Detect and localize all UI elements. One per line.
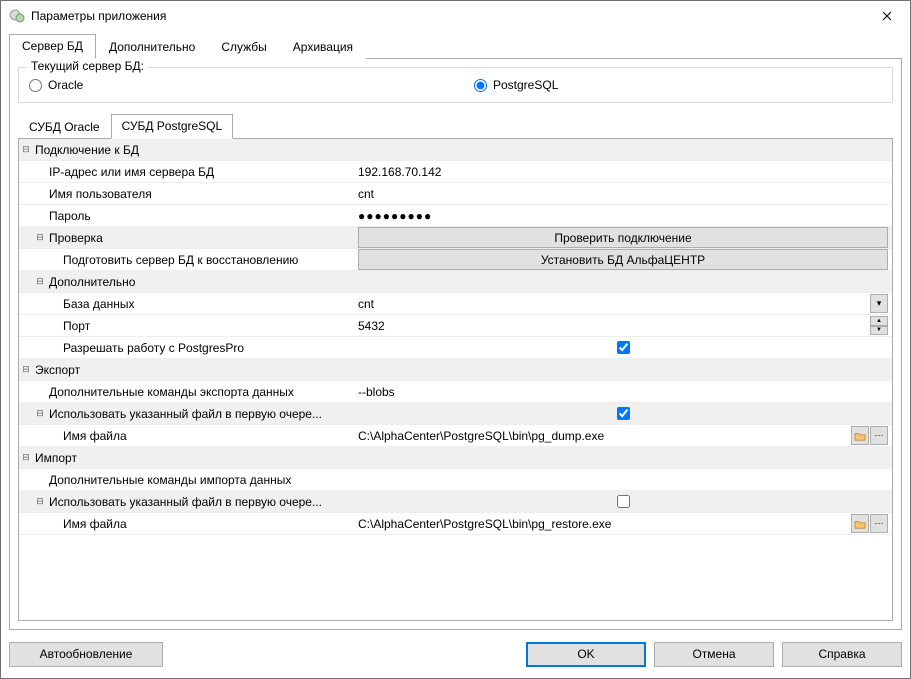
- checkbox-export-use-file[interactable]: [617, 407, 630, 420]
- group-connection: Подключение к БД: [33, 143, 139, 157]
- main-tabs: Сервер БД Дополнительно Службы Архивация: [9, 33, 902, 59]
- tab-archive[interactable]: Архивация: [280, 35, 366, 60]
- titlebar: Параметры приложения: [1, 1, 910, 31]
- radio-postgres-label: PostgreSQL: [493, 78, 558, 92]
- expander-icon[interactable]: ⊟: [19, 364, 33, 375]
- ellipsis-icon[interactable]: ⋯: [870, 426, 888, 445]
- value-password[interactable]: ●●●●●●●●●: [358, 209, 432, 223]
- label-database: База данных: [61, 297, 134, 311]
- value-import-extra-cmd[interactable]: [354, 469, 892, 490]
- group-extra: Дополнительно: [47, 275, 135, 289]
- ok-button[interactable]: OK: [526, 642, 646, 667]
- label-user: Имя пользователя: [47, 187, 152, 201]
- label-import-use-file: Использовать указанный файл в первую оче…: [47, 495, 322, 509]
- groupbox-legend: Текущий сервер БД:: [27, 59, 148, 73]
- chevron-up-icon[interactable]: ▲: [870, 316, 888, 326]
- value-port[interactable]: 5432: [358, 319, 870, 333]
- value-import-file[interactable]: C:\AlphaCenter\PostgreSQL\bin\pg_restore…: [358, 517, 850, 531]
- label-port: Порт: [61, 319, 90, 333]
- label-prepare-restore: Подготовить сервер БД к восстановлению: [61, 253, 298, 267]
- radio-oracle-label: Oracle: [48, 78, 83, 92]
- app-window: Параметры приложения Сервер БД Дополните…: [0, 0, 911, 679]
- groupbox-current-server: Текущий сервер БД: Oracle PostgreSQL: [18, 67, 893, 103]
- folder-icon[interactable]: [851, 514, 869, 533]
- help-button[interactable]: Справка: [782, 642, 902, 667]
- group-import: Импорт: [33, 451, 77, 465]
- tabpage-server-db: Текущий сервер БД: Oracle PostgreSQL СУБ…: [9, 59, 902, 630]
- property-grid: ⊟Подключение к БД IP-адрес или имя серве…: [19, 139, 892, 535]
- expander-icon[interactable]: ⊟: [33, 496, 47, 507]
- dialog-footer: Автообновление OK Отмена Справка: [1, 630, 910, 678]
- label-export-extra-cmd: Дополнительные команды экспорта данных: [47, 385, 294, 399]
- radio-postgres-input[interactable]: [474, 79, 487, 92]
- folder-icon[interactable]: [851, 426, 869, 445]
- label-ip: IP-адрес или имя сервера БД: [47, 165, 214, 179]
- cancel-button[interactable]: Отмена: [654, 642, 774, 667]
- radio-postgres[interactable]: PostgreSQL: [474, 78, 558, 92]
- group-check: Проверка: [47, 231, 103, 245]
- window-body: Сервер БД Дополнительно Службы Архивация…: [1, 31, 910, 630]
- expander-icon[interactable]: ⊟: [19, 452, 33, 463]
- radio-oracle-input[interactable]: [29, 79, 42, 92]
- group-export: Экспорт: [33, 363, 80, 377]
- app-icon: [9, 8, 25, 24]
- tab-extra[interactable]: Дополнительно: [96, 35, 208, 60]
- value-database[interactable]: cnt: [358, 297, 869, 311]
- button-install-db[interactable]: Установить БД АльфаЦЕНТР: [358, 249, 888, 270]
- close-button[interactable]: [864, 1, 910, 31]
- expander-icon[interactable]: ⊟: [19, 144, 33, 155]
- label-export-use-file: Использовать указанный файл в первую оче…: [47, 407, 322, 421]
- autoupdate-button[interactable]: Автообновление: [9, 642, 163, 667]
- checkbox-postgrespro[interactable]: [617, 341, 630, 354]
- radio-oracle[interactable]: Oracle: [29, 78, 474, 92]
- value-ip[interactable]: 192.168.70.142: [358, 165, 441, 179]
- checkbox-import-use-file[interactable]: [617, 495, 630, 508]
- label-import-file: Имя файла: [61, 517, 127, 531]
- expander-icon[interactable]: ⊟: [33, 408, 47, 419]
- button-check-connection[interactable]: Проверить подключение: [358, 227, 888, 248]
- expander-icon[interactable]: ⊟: [33, 232, 47, 243]
- label-password: Пароль: [47, 209, 91, 223]
- label-import-extra-cmd: Дополнительные команды импорта данных: [47, 473, 291, 487]
- tab-services[interactable]: Службы: [208, 35, 279, 60]
- dbms-tabs: СУБД Oracle СУБД PostgreSQL: [18, 113, 893, 139]
- ellipsis-icon[interactable]: ⋯: [870, 514, 888, 533]
- value-export-file[interactable]: C:\AlphaCenter\PostgreSQL\bin\pg_dump.ex…: [358, 429, 850, 443]
- label-postgrespro: Разрешать работу с PostgresPro: [61, 341, 244, 355]
- value-user[interactable]: cnt: [358, 187, 374, 201]
- port-spinner[interactable]: ▲▼: [870, 316, 888, 335]
- dbms-tabpage-postgres: ⊟Подключение к БД IP-адрес или имя серве…: [18, 139, 893, 621]
- chevron-down-icon[interactable]: ▾: [870, 294, 888, 313]
- tab-server-db[interactable]: Сервер БД: [9, 34, 96, 59]
- window-title: Параметры приложения: [31, 9, 864, 23]
- tab-dbms-postgres[interactable]: СУБД PostgreSQL: [111, 114, 234, 139]
- value-export-extra-cmd[interactable]: --blobs: [358, 385, 395, 399]
- chevron-down-icon[interactable]: ▼: [870, 326, 888, 336]
- tab-dbms-oracle[interactable]: СУБД Oracle: [18, 115, 111, 140]
- expander-icon[interactable]: ⊟: [33, 276, 47, 287]
- label-export-file: Имя файла: [61, 429, 127, 443]
